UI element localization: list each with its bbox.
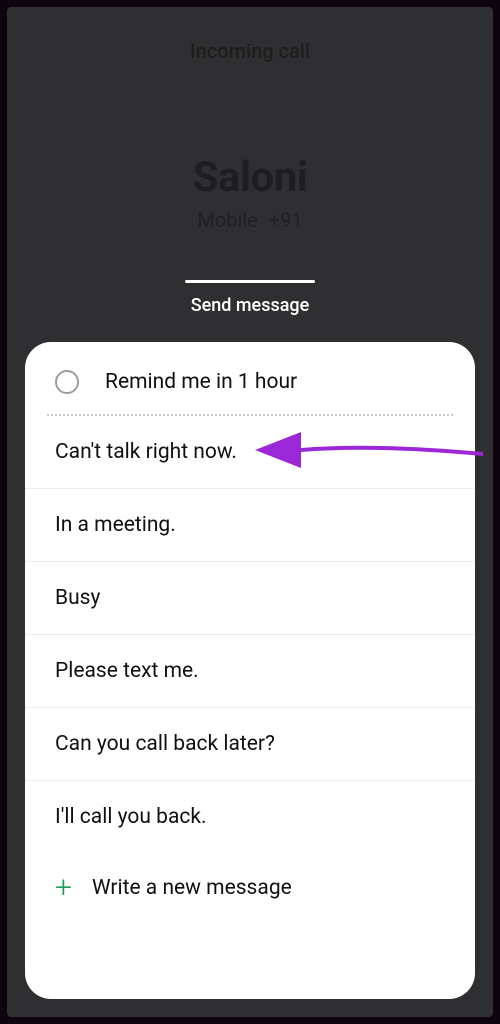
radio-unchecked-icon (55, 370, 79, 394)
caller-number: Mobile +91 (7, 208, 493, 232)
quick-reply-item[interactable]: Can't talk right now. (25, 416, 475, 489)
caller-number-value: +91 (269, 208, 303, 232)
remind-me-label: Remind me in 1 hour (105, 370, 297, 394)
quick-reply-item[interactable]: Can you call back later? (25, 708, 475, 781)
remind-me-option[interactable]: Remind me in 1 hour (25, 356, 475, 408)
caller-name: Saloni (7, 153, 493, 202)
write-new-message-label: Write a new message (92, 876, 292, 900)
quick-reply-list: Can't talk right now. In a meeting. Busy… (25, 416, 475, 853)
incoming-call-label: Incoming call (7, 39, 493, 63)
quick-reply-item[interactable]: In a meeting. (25, 489, 475, 562)
quick-reply-sheet: Remind me in 1 hour Can't talk right now… (25, 342, 475, 999)
caller-number-type: Mobile (197, 208, 257, 232)
write-new-message-button[interactable]: + Write a new message (25, 853, 475, 923)
caller-header: Incoming call Saloni Mobile +91 (7, 39, 493, 232)
plus-icon: + (55, 873, 72, 903)
quick-reply-item[interactable]: Busy (25, 562, 475, 635)
call-screen-backdrop: Incoming call Saloni Mobile +91 Send mes… (7, 7, 493, 1017)
drag-handle-icon (185, 280, 315, 283)
send-message-handle[interactable]: Send message (7, 280, 493, 316)
quick-reply-item[interactable]: Please text me. (25, 635, 475, 708)
send-message-label: Send message (7, 295, 493, 316)
quick-reply-item[interactable]: I'll call you back. (25, 781, 475, 853)
